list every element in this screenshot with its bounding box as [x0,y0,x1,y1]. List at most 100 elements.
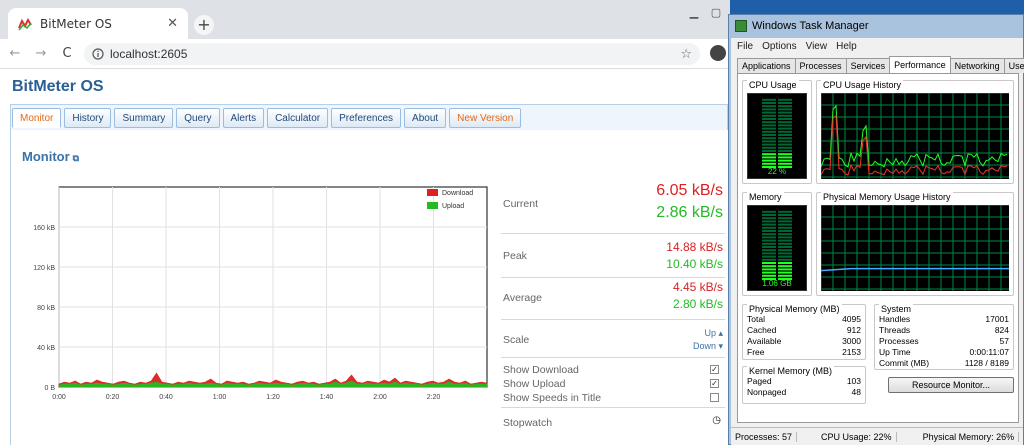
scale-up-link[interactable]: Up ▴ [704,328,723,339]
new-tab-button[interactable]: + [194,15,214,35]
tm-tab-users[interactable]: Users [1003,58,1024,73]
meter-segment [778,236,792,239]
stat-label: Paged [747,376,772,386]
traffic-chart: 0:00 0:20 0:40 1:00 1:20 1:40 2:00 2:20 0 B 40 kB… [33,186,488,401]
stat-label: Commit (MB) [879,358,930,368]
meter-segment [778,271,792,274]
meter-segment [778,153,792,156]
menu-options[interactable]: Options [762,41,796,52]
options-row: Show Download ✓ Show Upload ✓ Show Speeds in… [501,358,725,408]
task-manager-titlebar: Windows Task Manager [729,15,1024,37]
stat-label: Available [747,336,782,346]
menu-view[interactable]: View [806,41,828,52]
peak-label: Peak [503,250,527,262]
browser-tab[interactable]: BitMeter OS ✕ [8,8,188,39]
meter-segment [762,156,776,159]
maximize-icon[interactable]: ▢ [706,6,726,20]
stat-value: 2153 [842,347,861,357]
minimize-icon[interactable]: ▁ [684,6,704,20]
tab-history[interactable]: History [64,108,112,128]
y-tick-label: 40 kB [37,345,55,352]
tm-tab-services[interactable]: Services [845,58,891,73]
stat-row: Paged 103 [747,376,861,387]
meter-segment [762,210,776,213]
meter-segment [762,121,776,124]
meter-segment [762,105,776,108]
stat-value: 3000 [842,336,861,346]
peak-download: 14.88 kB/s [666,240,723,254]
popout-icon[interactable]: ⧉ [73,153,79,163]
kernel-memory-table: Paged 103 Nonpaged 48 [747,376,861,398]
back-button[interactable]: ← [4,46,26,61]
tab-new-version[interactable]: New Version [449,108,522,128]
stat-value: 17001 [985,314,1009,324]
cpu-history-label: CPU Usage History [821,80,904,90]
close-tab-icon[interactable]: ✕ [167,16,178,31]
meter-segment [762,130,776,133]
cpu-meter: 22 % [747,93,807,179]
scale-down-text: Down [692,341,716,351]
peak-upload: 10.40 kB/s [666,257,723,271]
resource-monitor-button[interactable]: Resource Monitor... [888,377,1014,393]
stat-value: 0:00:11:07 [969,347,1009,357]
tab-about[interactable]: About [404,108,447,128]
stat-row: Free 2153 [747,347,861,358]
memory-history-label: Physical Memory Usage History [821,192,953,202]
menu-help[interactable]: Help [836,41,857,52]
status-item: Processes: 57 [731,431,798,442]
x-tick-label: 2:00 [373,394,387,401]
meter-segment [762,265,776,268]
performance-panel: CPU Usage 22 % CPU Usage History Memory … [737,73,1019,423]
stopwatch-icon[interactable]: ◷ [712,415,721,426]
tm-tab-applications[interactable]: Applications [737,58,796,73]
system-group: System Handles 17001 Threads 824 Processes 57… [874,304,1014,370]
forward-button[interactable]: → [30,46,52,61]
cpu-usage-label: CPU Usage [747,80,799,90]
info-icon[interactable] [92,48,104,60]
physical-memory-group: Physical Memory (MB) Total 4095 Cached 912 A… [742,304,866,360]
meter-segment [778,214,792,216]
option-checkbox[interactable] [710,393,719,402]
task-manager-statusbar: Processes: 57 CPU Usage: 22% Physical Memo… [731,427,1023,445]
bookmark-star-icon[interactable]: ☆ [680,47,692,62]
tab-preferences[interactable]: Preferences [331,108,402,128]
tm-tab-networking[interactable]: Networking [949,58,1005,73]
memory-meter-bars [762,210,792,280]
reload-button[interactable]: C [56,46,78,61]
tab-calculator[interactable]: Calculator [267,108,329,128]
meter-segment [778,159,792,162]
meter-segment [778,140,792,143]
address-bar[interactable]: localhost:2605 ☆ [84,43,700,65]
memory-label: Memory [747,192,784,202]
legend-swatch [427,189,438,196]
option-checkbox[interactable]: ✓ [710,365,719,374]
meter-segment [778,233,792,236]
option-label: Show Upload [503,378,566,390]
meter-segment [762,226,776,229]
meter-segment [778,230,792,232]
meter-segment [778,268,792,271]
meter-segment [762,258,776,261]
tab-query[interactable]: Query [176,108,220,128]
meter-segment [778,162,792,165]
tab-summary[interactable]: Summary [114,108,174,128]
meter-segment [778,111,792,114]
scale-down-link[interactable]: Down ▾ [693,341,723,352]
tm-tab-performance[interactable]: Performance [889,56,951,73]
x-tick-label: 0:00 [52,394,66,401]
meter-segment [762,108,776,111]
scale-label: Scale [503,334,530,346]
meter-segment [762,230,776,232]
tab-monitor[interactable]: Monitor [12,108,62,128]
meter-segment [762,137,776,140]
tm-tab-processes[interactable]: Processes [794,58,847,73]
meter-segment [778,146,792,149]
stopwatch-label: Stopwatch [503,417,553,429]
tab-alerts[interactable]: Alerts [222,108,265,128]
profile-avatar[interactable] [710,45,726,61]
task-manager-title: Windows Task Manager [752,20,869,32]
option-checkbox[interactable]: ✓ [710,379,719,388]
menu-file[interactable]: File [737,41,753,52]
meter-segment [762,159,776,162]
stat-row: Cached 912 [747,325,861,336]
